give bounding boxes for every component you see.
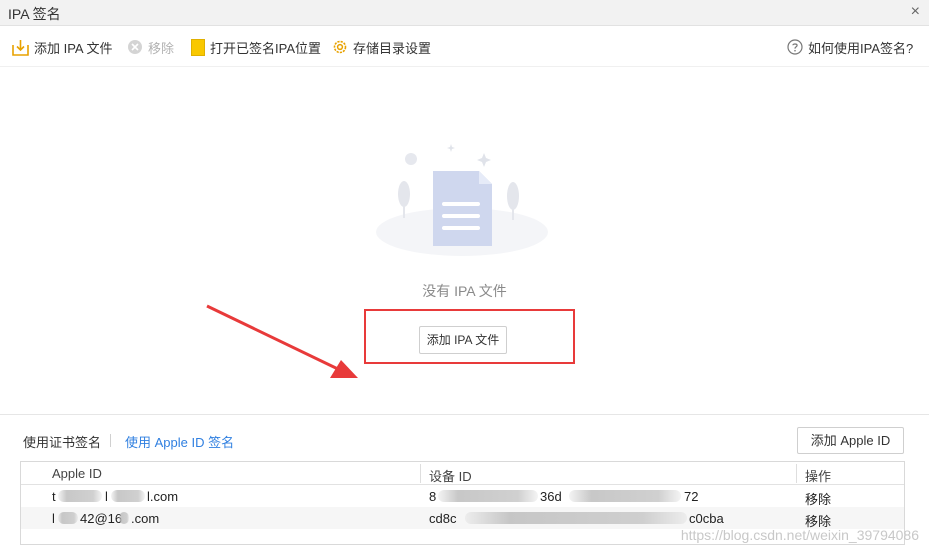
remove-toolbar-button[interactable]: 移除 [127,38,174,56]
tab-separator [110,434,111,447]
apple-id-cell-mid: 42@16 [80,511,123,526]
redaction-blur [438,490,538,502]
import-icon [12,39,29,56]
empty-file-illustration [376,144,548,256]
apple-id-cell-end: .com [131,511,160,526]
table-header: Apple ID 设备 ID 操作 [21,462,904,485]
device-id-cell-start: cd8c [429,511,457,526]
open-signed-location-label: 打开已签名IPA位置 [210,40,321,56]
help-icon [787,39,803,55]
add-ipa-toolbar-label: 添加 IPA 文件 [34,40,113,56]
device-id-cell-start: 8 [429,489,437,504]
tab-cert-sign[interactable]: 使用证书签名 [23,432,101,451]
add-ipa-toolbar-button[interactable]: 添加 IPA 文件 [12,38,113,56]
device-id-cell-end: 72 [684,489,699,504]
remove-toolbar-label: 移除 [148,40,175,56]
add-apple-id-button[interactable]: 添加 Apple ID [797,427,904,454]
watermark: https://blog.csdn.net/weixin_39794086 [680,527,919,543]
help-label: 如何使用IPA签名? [808,40,914,56]
redaction-blur [119,512,129,524]
header-apple-id: Apple ID [52,466,102,481]
red-arrow-annotation [206,304,358,378]
remove-icon [128,40,142,54]
device-id-cell-end: c0cba [689,511,724,526]
apple-id-cell-start: t [52,489,56,504]
apple-id-cell-end: l.com [147,489,179,504]
column-separator [796,464,797,483]
redaction-blur [569,490,681,502]
open-signed-location-button[interactable]: 打开已签名IPA位置 [191,38,321,56]
toolbar: 添加 IPA 文件 移除 打开已签名IPA位置 存储目录设置 如何使用IPA签名… [0,27,929,67]
section-divider [0,414,929,415]
help-button[interactable]: 如何使用IPA签名? [787,38,913,56]
tab-apple-id-sign[interactable]: 使用 Apple ID 签名 [125,432,234,451]
gear-icon [333,40,347,54]
redaction-blur [111,490,145,502]
storage-settings-label: 存储目录设置 [353,40,432,56]
storage-settings-button[interactable]: 存储目录设置 [332,38,431,56]
redaction-blur [58,490,102,502]
header-action: 操作 [805,469,832,484]
redaction-blur [58,512,78,524]
remove-row-button[interactable]: 移除 [805,489,831,508]
redaction-blur [465,512,687,524]
header-device-id: 设备 ID [429,469,472,484]
column-separator [420,464,421,483]
empty-state-message: 没有 IPA 文件 [422,283,507,299]
title-bar: IPA 签名 × [0,0,929,26]
apple-id-cell-start: l [52,511,55,526]
device-id-cell-mid: 36d [540,489,562,504]
add-ipa-center-button[interactable]: 添加 IPA 文件 [419,326,507,354]
close-icon[interactable]: × [911,3,920,21]
window-title: IPA 签名 [8,6,61,22]
table-row[interactable]: l 42@16 .com cd8c c0cba 移除 [21,507,904,529]
apple-id-cell-mid: l [105,489,108,504]
table-row[interactable]: t l l.com 8 36d 72 移除 [21,485,904,507]
folder-icon [191,38,205,56]
